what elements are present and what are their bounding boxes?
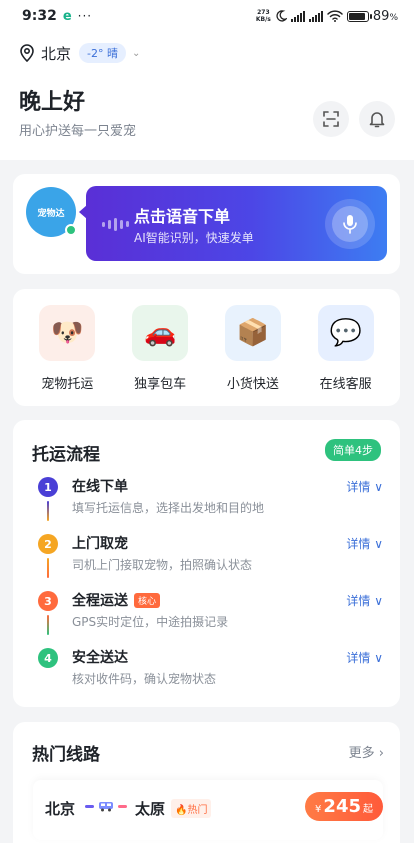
step-number: 3 <box>38 591 58 611</box>
status-time: 9:32 <box>22 8 57 24</box>
step-connector <box>47 558 49 578</box>
battery-percent: 89% <box>372 8 398 24</box>
step-title: 全程运送 核心 <box>72 590 161 610</box>
step-title: 在线下单 <box>72 479 128 495</box>
service-private-car[interactable]: 🚗 独享包车 <box>114 305 207 406</box>
process-title: 托运流程 <box>32 445 100 465</box>
process-step: 4 安全送达 核对收件码，确认宠物状态 详情 ∨ <box>38 647 383 704</box>
price-currency: ¥ <box>315 804 322 815</box>
step-description: GPS实时定位，中途拍摄记录 <box>72 615 229 629</box>
route-item[interactable]: 北京 太原 🔥热门 ¥ 245 起 <box>33 780 383 840</box>
service-pet-shipping[interactable]: 🐶 宠物托运 <box>21 305 114 406</box>
more-notifications-icon: ··· <box>77 9 93 23</box>
step-title: 安全送达 <box>72 650 128 666</box>
service-small-cargo[interactable]: 📦 小货快送 <box>207 305 300 406</box>
package-icon: 📦 <box>224 305 281 361</box>
location-pin-icon <box>20 44 34 62</box>
city-name: 北京 <box>41 44 72 63</box>
greeting-title: 晚上好 <box>19 90 86 115</box>
process-step: 2 上门取宠 司机上门接取宠物，拍照确认状态 详情 ∨ <box>38 533 383 590</box>
step-number: 2 <box>38 534 58 554</box>
chat-icon: 💬 <box>317 305 374 361</box>
step-details-link[interactable]: 详情 ∨ <box>346 592 383 609</box>
process-steps-badge: 简单4步 <box>325 439 381 461</box>
step-number: 1 <box>38 477 58 497</box>
wifi-icon <box>327 10 343 22</box>
greeting-subtitle: 用心护送每一只爱宠 <box>19 124 137 139</box>
shipping-process-card: 托运流程 简单4步 1 在线下单 填写托运信息，选择出发地和目的地 详情 ∨ 2… <box>13 420 400 707</box>
service-label: 在线客服 <box>319 377 372 392</box>
sound-wave-icon <box>102 216 129 232</box>
online-status-dot <box>65 224 77 236</box>
route-vehicle-icon <box>85 800 127 812</box>
step-description: 填写托运信息，选择出发地和目的地 <box>72 501 265 515</box>
moon-icon <box>276 10 287 22</box>
service-label: 宠物托运 <box>41 377 94 392</box>
scan-icon <box>323 111 339 127</box>
battery-icon <box>346 10 372 22</box>
notification-button[interactable] <box>359 101 395 137</box>
scan-button[interactable] <box>313 101 349 137</box>
dog-icon: 🐶 <box>39 305 96 361</box>
assistant-avatar-label: 宠物达 <box>37 208 65 219</box>
step-description: 核对收件码，确认宠物状态 <box>72 672 217 686</box>
network-speed-unit: KB/s <box>255 16 271 23</box>
price-unit: 起 <box>363 804 373 815</box>
process-step: 1 在线下单 填写托运信息，选择出发地和目的地 详情 ∨ <box>38 476 383 533</box>
assistant-avatar: 宠物达 <box>26 187 77 237</box>
step-number: 4 <box>38 648 58 668</box>
step-connector <box>47 501 49 521</box>
signal-5g-icon-1 <box>290 10 305 22</box>
signal-5g-icon-2 <box>308 10 323 22</box>
service-label: 独享包车 <box>134 377 187 392</box>
header: 北京 -2° 晴 ⌄ 晚上好 用心护送每一只爱宠 <box>0 32 414 160</box>
status-bar: 9:32 e ··· 273 KB/s 89% <box>0 0 414 32</box>
network-speed: 273 KB/s <box>256 9 271 23</box>
hot-routes-title: 热门线路 <box>32 745 100 765</box>
step-details-link[interactable]: 详情 ∨ <box>346 649 383 666</box>
car-icon: 🚗 <box>132 305 189 361</box>
route-origin: 北京 <box>45 800 76 818</box>
hot-tag: 🔥热门 <box>171 799 212 818</box>
step-description: 司机上门接取宠物，拍照确认状态 <box>72 558 253 572</box>
app-notification-icon: e <box>62 8 72 24</box>
services-grid: 🐶 宠物托运 🚗 独享包车 📦 小货快送 💬 在线客服 <box>13 289 400 406</box>
service-customer-support[interactable]: 💬 在线客服 <box>299 305 392 406</box>
microphone-button[interactable] <box>325 199 375 249</box>
more-routes-link[interactable]: 更多 › <box>349 742 384 761</box>
core-tag: 核心 <box>134 592 161 608</box>
route-destination: 太原 <box>135 800 166 818</box>
voice-order-subtitle: AI智能识别，快速发单 <box>134 231 254 245</box>
service-label: 小货快送 <box>226 377 279 392</box>
weather-badge: -2° 晴 <box>79 43 126 63</box>
step-title: 上门取宠 <box>72 536 128 552</box>
process-step: 3 全程运送 核心 GPS实时定位，中途拍摄记录 详情 ∨ <box>38 590 383 647</box>
van-icon <box>99 802 113 812</box>
chevron-down-icon: ⌄ <box>131 47 141 59</box>
price-amount: 245 <box>323 796 361 817</box>
battery-level <box>348 12 365 20</box>
step-connector <box>47 615 49 635</box>
step-details-link[interactable]: 详情 ∨ <box>346 478 383 495</box>
location-selector[interactable]: 北京 -2° 晴 ⌄ <box>19 42 140 64</box>
voice-order-button[interactable]: 点击语音下单 AI智能识别，快速发单 <box>79 186 387 261</box>
network-speed-value: 273 <box>257 9 270 16</box>
voice-order-card: 宠物达 点击语音下单 AI智能识别，快速发单 <box>13 174 400 274</box>
hot-routes-card: 热门线路 更多 › 北京 太原 🔥热门 ¥ 245 起 <box>13 722 400 843</box>
microphone-icon <box>343 215 357 234</box>
route-price-button[interactable]: ¥ 245 起 <box>305 792 383 821</box>
battery-percent-unit: % <box>389 12 398 23</box>
voice-order-title: 点击语音下单 <box>134 207 231 226</box>
step-details-link[interactable]: 详情 ∨ <box>346 535 383 552</box>
bell-icon <box>369 112 385 128</box>
